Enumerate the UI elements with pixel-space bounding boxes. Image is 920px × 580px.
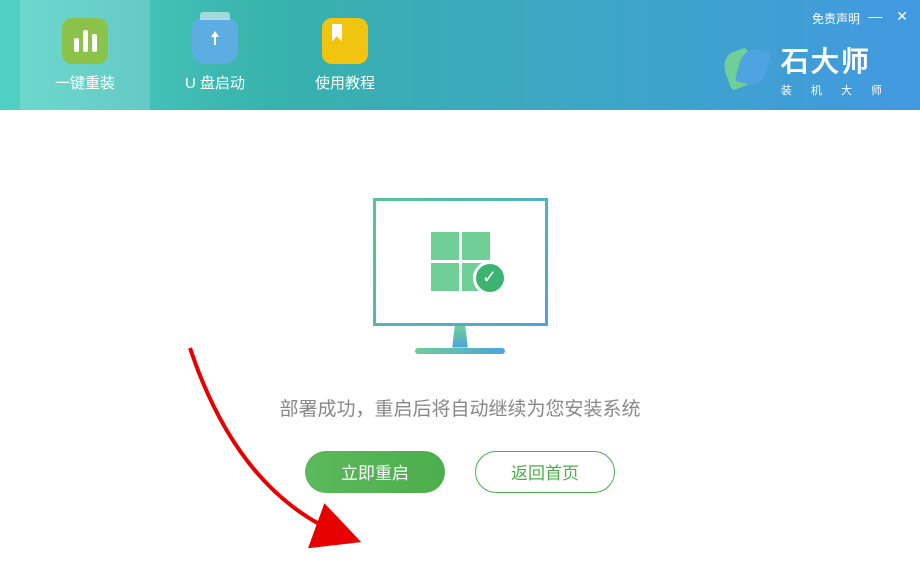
tab-label: 使用教程 <box>315 72 375 93</box>
disclaimer-link[interactable]: 免责声明 <box>812 10 860 27</box>
tab-label: U 盘启动 <box>185 72 245 93</box>
close-button[interactable]: ✕ <box>896 8 908 25</box>
brand-subtitle: 装 机 大 师 <box>781 82 890 98</box>
tab-tutorial[interactable]: 使用教程 <box>280 0 410 110</box>
restart-now-button[interactable]: 立即重启 <box>305 451 445 493</box>
nav-tabs: 一键重装 U 盘启动 使用教程 <box>0 0 410 110</box>
reinstall-icon <box>62 18 108 64</box>
status-message: 部署成功，重启后将自动继续为您安装系统 <box>279 394 640 421</box>
brand: 石大师 装 机 大 师 <box>725 40 890 98</box>
action-buttons: 立即重启 返回首页 <box>305 451 615 493</box>
minimize-button[interactable]: — <box>868 8 882 25</box>
window-controls: — ✕ <box>868 8 908 25</box>
app-header: 一键重装 U 盘启动 使用教程 免责声明 — ✕ 石大师 装 机 大 师 <box>0 0 920 110</box>
success-check-icon: ✓ <box>473 261 507 295</box>
brand-logo-icon <box>725 47 769 91</box>
brand-title: 石大师 <box>781 40 890 80</box>
tab-usb-boot[interactable]: U 盘启动 <box>150 0 280 110</box>
back-home-button[interactable]: 返回首页 <box>475 451 615 493</box>
tab-reinstall[interactable]: 一键重装 <box>20 0 150 110</box>
tab-label: 一键重装 <box>55 72 115 93</box>
main-content: ✓ 部署成功，重启后将自动继续为您安装系统 立即重启 返回首页 <box>0 110 920 580</box>
tutorial-icon <box>322 18 368 64</box>
usb-icon <box>192 18 238 64</box>
annotation-arrow-icon <box>180 338 380 558</box>
monitor-illustration: ✓ <box>373 198 548 354</box>
